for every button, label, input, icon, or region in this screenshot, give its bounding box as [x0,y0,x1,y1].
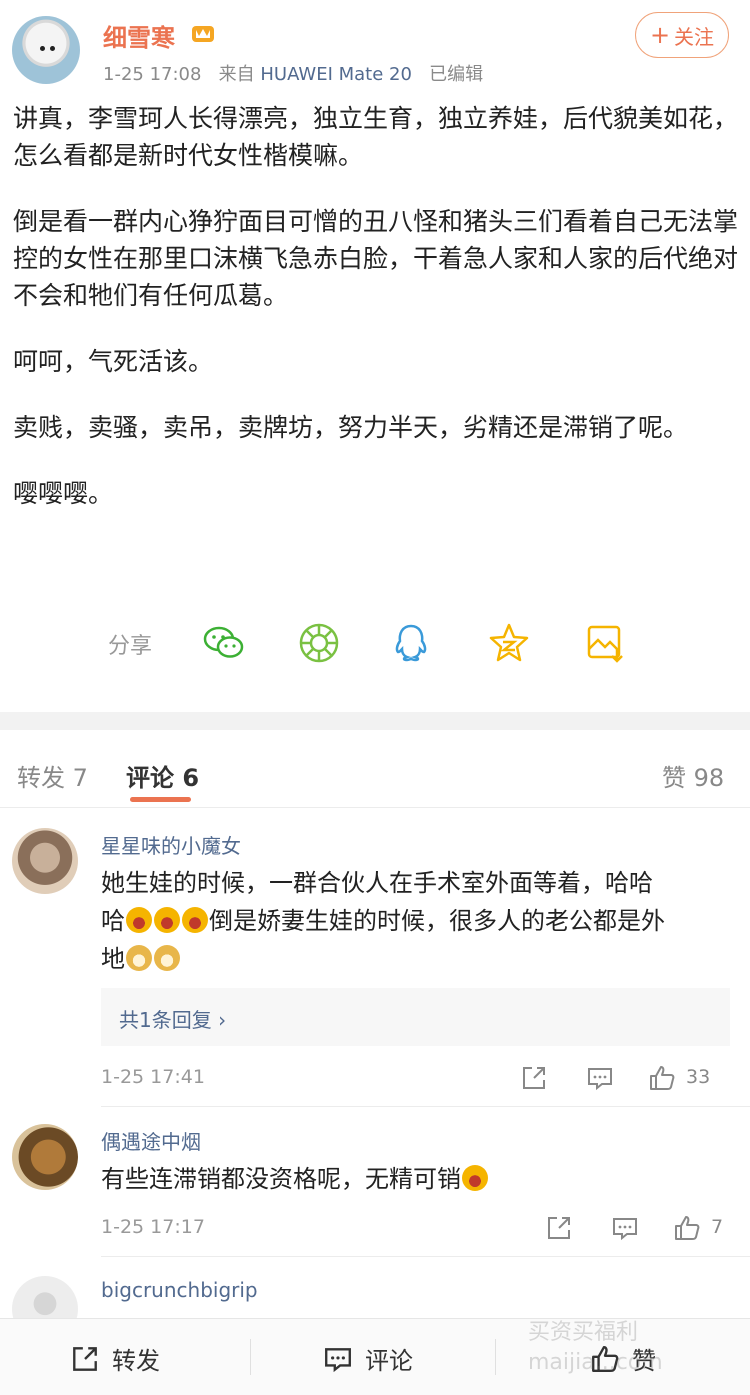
post-paragraph: 讲真，李雪珂人长得漂亮，独立生育，独立养娃，后代貌美如花，怎么看都是新时代女性楷… [13,104,739,170]
watermark: 买资买福利 maijia...com [528,1320,663,1375]
commenter-name[interactable]: 偶遇途中烟 [101,1126,201,1155]
like-count: 33 [686,1066,711,1088]
laugh-emoji-icon [462,1165,488,1191]
like-icon[interactable] [648,1064,676,1092]
comment-actions: 7 [545,1214,730,1244]
vip-crown-icon [192,26,214,42]
tab-comments[interactable]: 评论 6 [126,758,199,793]
wechat-icon[interactable] [202,621,246,665]
post-body: 讲真，李雪珂人长得漂亮，独立生育，独立养娃，后代貌美如花，怎么看都是新时代女性楷… [13,100,738,541]
laugh-emoji-icon [154,907,180,933]
comment-fragment: 哈 [101,907,125,935]
comment-tabs: 转发 7 评论 6 赞 98 [0,730,750,808]
reply-summary[interactable]: 共1条回复 › [101,988,730,1046]
comment-fragment: 倒是娇妻生娃的时候，很多人的老公都是外 [209,907,665,935]
tab-likes[interactable]: 赞 98 [662,758,724,793]
comment-text: 她生娃的时候，一群合伙人在手术室外面等着，哈哈 哈 倒是娇妻生娃的时候，很多人的老… [101,864,731,978]
post-paragraph: 呵呵，气死活该。 [13,347,214,376]
bottom-bar-divider [495,1339,496,1375]
avatar[interactable] [12,16,80,84]
post-paragraph: 嘤嘤嘤。 [13,479,114,508]
reply-count-link[interactable]: 共1条回复 › [119,1004,226,1033]
comment-time: 1-25 17:17 [101,1216,205,1238]
repost-icon[interactable] [520,1064,548,1092]
post-time: 1-25 17:08 [103,64,202,85]
edited-label[interactable]: 已编辑 [429,64,483,85]
comment-line: 她生娃的时候，一群合伙人在手术室外面等着，哈哈 [101,869,653,897]
post-header: 细雪寒 1-25 17:08 来自 HUAWEI Mate 20 已编辑 + 关… [0,0,750,96]
comment-fragment: 地 [101,945,125,973]
avatar[interactable] [12,1124,78,1190]
comment-actions: 33 [520,1064,730,1094]
comment-text: 有些连滞销都没资格呢，无精可销 [101,1160,731,1198]
laugh-emoji-icon [182,907,208,933]
section-divider [0,712,750,730]
commenter-name[interactable]: bigcrunchbigrip [101,1278,258,1302]
comment-separator [101,1256,750,1257]
comment-icon [325,1347,351,1372]
doge-emoji-icon [154,945,180,971]
follow-label: 关注 [674,24,715,49]
bottom-comment-button[interactable]: 评论 [323,1341,413,1376]
moments-icon[interactable] [297,621,341,665]
active-tab-indicator [130,797,191,802]
bottom-comment-label: 评论 [365,1347,413,1375]
like-icon[interactable] [673,1214,701,1242]
comment-fragment: 有些连滞销都没资格呢，无精可销 [101,1165,461,1193]
bottom-repost-button[interactable]: 转发 [70,1341,160,1376]
post-paragraph: 倒是看一群内心狰狞面目可憎的丑八怪和猪头三们看着自己无法掌控的女性在那里口沫横飞… [13,207,739,310]
comment-icon[interactable] [586,1064,614,1092]
like-count: 7 [711,1216,724,1238]
save-image-icon[interactable] [583,621,627,665]
comment-line: 哈 倒是娇妻生娃的时候，很多人的老公都是外 [101,902,731,940]
tab-repost[interactable]: 转发 7 [17,758,88,793]
commenter-name[interactable]: 星星味的小魔女 [101,830,241,859]
doge-emoji-icon [126,945,152,971]
device-name[interactable]: HUAWEI Mate 20 [260,64,412,85]
post-meta: 1-25 17:08 来自 HUAWEI Mate 20 已编辑 [103,60,483,86]
bottom-repost-label: 转发 [112,1347,160,1375]
repost-icon [73,1346,97,1371]
comment-time: 1-25 17:41 [101,1066,205,1088]
source-prefix: 来自 [218,64,255,85]
follow-button[interactable]: + 关注 [635,12,729,58]
laugh-emoji-icon [126,907,152,933]
qzone-icon[interactable] [487,621,531,665]
bottom-bar-divider [250,1339,251,1375]
share-label: 分享 [108,634,153,659]
repost-icon[interactable] [545,1214,573,1242]
username[interactable]: 细雪寒 [103,18,175,53]
comment-line: 地 [101,940,731,978]
qq-icon[interactable] [389,621,433,665]
post-paragraph: 卖贱，卖骚，卖吊，卖牌坊，努力半天，劣精还是滞销了呢。 [13,413,689,442]
comment-separator [101,1106,750,1107]
plus-icon: + [649,21,671,49]
share-row: 分享 [0,616,750,670]
comment-icon[interactable] [611,1214,639,1242]
avatar[interactable] [12,828,78,894]
